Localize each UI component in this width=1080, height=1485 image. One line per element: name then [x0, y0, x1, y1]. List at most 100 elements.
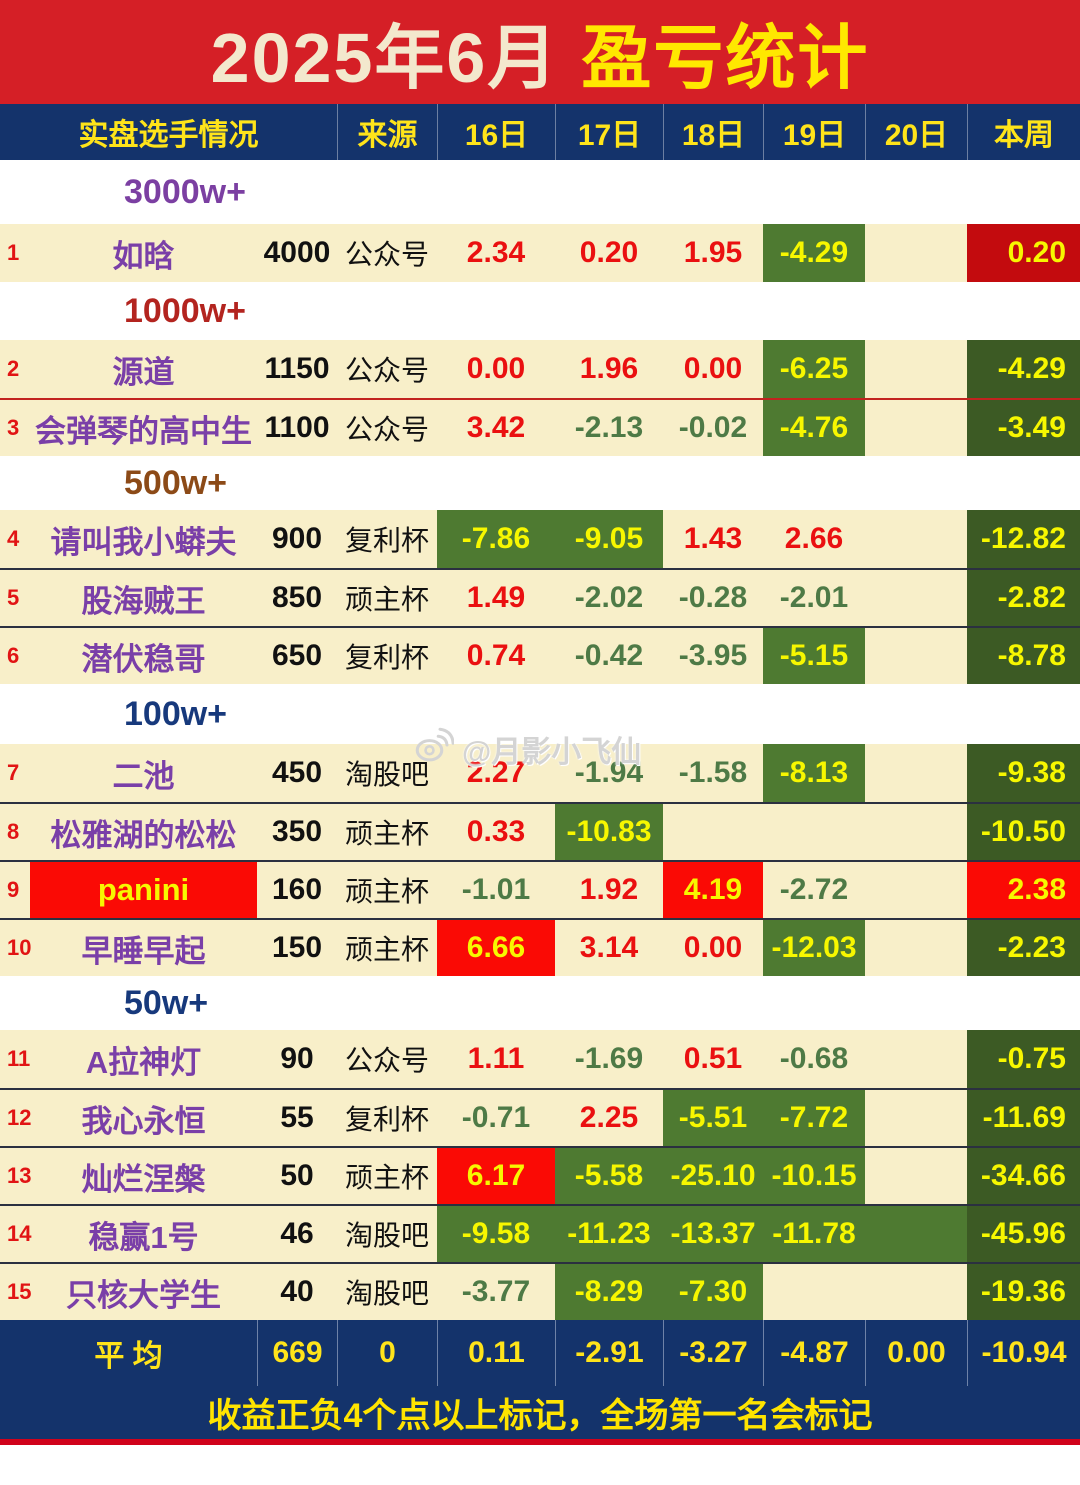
- average-day-16: 0.11: [437, 1320, 555, 1386]
- week-cell: -10.50: [967, 804, 1080, 860]
- day-cell-18: 0.51: [663, 1030, 763, 1088]
- row-number: 7: [0, 744, 30, 802]
- average-day-18: -3.27: [663, 1320, 763, 1386]
- capital-amount: 150: [257, 920, 337, 976]
- day-cell-18: -25.10: [663, 1148, 763, 1204]
- day-cell-19: -11.78: [763, 1206, 865, 1262]
- table-header-row: 实盘选手情况 来源 16日 17日 18日 19日 20日 本周: [0, 104, 1080, 160]
- day-cell-16: 1.11: [437, 1030, 555, 1088]
- source: 复利杯: [337, 510, 437, 568]
- week-cell: -34.66: [967, 1148, 1080, 1204]
- week-cell: 2.38: [967, 862, 1080, 918]
- section-label: 1000w+: [0, 282, 1080, 340]
- player-name: 源道: [30, 340, 257, 398]
- day-cell-19: -7.72: [763, 1090, 865, 1146]
- source: 公众号: [337, 224, 437, 282]
- section-label: 3000w+: [0, 160, 1080, 224]
- day-cell-18: 4.19: [663, 862, 763, 918]
- day-cell-17: 0.20: [555, 224, 663, 282]
- day-cell-20: [865, 628, 967, 684]
- day-cell-17: -8.29: [555, 1264, 663, 1320]
- day-cell-16: 0.74: [437, 628, 555, 684]
- capital-amount: 650: [257, 628, 337, 684]
- source: 顽主杯: [337, 920, 437, 976]
- day-cell-18: -13.37: [663, 1206, 763, 1262]
- day-cell-16: 3.42: [437, 400, 555, 456]
- day-cell-19: -4.29: [763, 224, 865, 282]
- average-day-17: -2.91: [555, 1320, 663, 1386]
- table-footer: 平 均 669 0 0.11 -2.91 -3.27 -4.87 0.00 -1…: [0, 1320, 1080, 1445]
- day-cell-18: -3.95: [663, 628, 763, 684]
- player-name: 稳赢1号: [30, 1206, 257, 1262]
- section-label: 500w+: [0, 456, 1080, 510]
- source: 顽主杯: [337, 1148, 437, 1204]
- table-row: 12我心永恒55复利杯-0.712.25-5.51-7.72-11.69: [0, 1088, 1080, 1146]
- day-cell-18: 1.43: [663, 510, 763, 568]
- day-cell-19: -5.15: [763, 628, 865, 684]
- average-row: 平 均 669 0 0.11 -2.91 -3.27 -4.87 0.00 -1…: [0, 1320, 1080, 1386]
- player-name: 会弹琴的高中生: [30, 400, 257, 456]
- day-cell-18: -0.28: [663, 570, 763, 626]
- day-cell-16: 0.00: [437, 340, 555, 398]
- day-cell-20: [865, 920, 967, 976]
- capital-amount: 46: [257, 1206, 337, 1262]
- row-number: 3: [0, 400, 30, 456]
- source: 复利杯: [337, 1090, 437, 1146]
- title-label: 盈亏统计: [581, 2, 869, 103]
- capital-amount: 350: [257, 804, 337, 860]
- day-cell-19: -12.03: [763, 920, 865, 976]
- header-day-20: 20日: [865, 104, 967, 160]
- day-cell-17: 3.14: [555, 920, 663, 976]
- row-group: 11A拉神灯90公众号1.11-1.690.51-0.68-0.7512我心永恒…: [0, 1030, 1080, 1320]
- table-row: 8松雅湖的松松350顽主杯0.33-10.83-10.50: [0, 802, 1080, 860]
- player-name: 二池: [30, 744, 257, 802]
- player-name: 松雅湖的松松: [30, 804, 257, 860]
- player-name: 请叫我小蟒夫: [30, 510, 257, 568]
- day-cell-19: -6.25: [763, 340, 865, 398]
- day-cell-19: 2.66: [763, 510, 865, 568]
- day-cell-19: -0.68: [763, 1030, 865, 1088]
- capital-amount: 50: [257, 1148, 337, 1204]
- average-label: 平 均: [0, 1320, 257, 1386]
- header-day-17: 17日: [555, 104, 663, 160]
- table-row: 14稳赢1号46淘股吧-9.58-11.23-13.37-11.78-45.96: [0, 1204, 1080, 1262]
- week-cell: -45.96: [967, 1206, 1080, 1262]
- day-cell-16: -7.86: [437, 510, 555, 568]
- player-name: 股海贼王: [30, 570, 257, 626]
- capital-amount: 1150: [257, 340, 337, 398]
- player-name: panini: [30, 862, 257, 918]
- day-cell-18: -0.02: [663, 400, 763, 456]
- day-cell-19: -2.72: [763, 862, 865, 918]
- day-cell-19: -8.13: [763, 744, 865, 802]
- day-cell-18: 0.00: [663, 920, 763, 976]
- source: 顽主杯: [337, 804, 437, 860]
- capital-amount: 4000: [257, 224, 337, 282]
- row-group: 4请叫我小蟒夫900复利杯-7.86-9.051.432.66-12.825股海…: [0, 510, 1080, 684]
- player-name: A拉神灯: [30, 1030, 257, 1088]
- row-number: 9: [0, 862, 30, 918]
- day-cell-16: 0.33: [437, 804, 555, 860]
- day-cell-16: -3.77: [437, 1264, 555, 1320]
- week-cell: -11.69: [967, 1090, 1080, 1146]
- week-cell: -8.78: [967, 628, 1080, 684]
- capital-amount: 160: [257, 862, 337, 918]
- row-number: 4: [0, 510, 30, 568]
- day-cell-17: -0.42: [555, 628, 663, 684]
- row-number: 14: [0, 1206, 30, 1262]
- table-row: 6潜伏稳哥650复利杯0.74-0.42-3.95-5.15-8.78: [0, 626, 1080, 684]
- day-cell-19: [763, 804, 865, 860]
- section-label: 50w+: [0, 976, 1080, 1030]
- average-day-20: 0.00: [865, 1320, 967, 1386]
- title-banner: 2025年6月 盈亏统计: [0, 0, 1080, 104]
- player-name: 潜伏稳哥: [30, 628, 257, 684]
- capital-amount: 40: [257, 1264, 337, 1320]
- day-cell-16: 6.17: [437, 1148, 555, 1204]
- row-number: 2: [0, 340, 30, 398]
- day-cell-17: 1.96: [555, 340, 663, 398]
- capital-amount: 55: [257, 1090, 337, 1146]
- week-cell: -3.49: [967, 400, 1080, 456]
- header-day-19: 19日: [763, 104, 865, 160]
- table-row: 7二池450淘股吧2.27-1.94-1.58-8.13-9.38: [0, 744, 1080, 802]
- day-cell-18: 0.00: [663, 340, 763, 398]
- day-cell-17: -11.23: [555, 1206, 663, 1262]
